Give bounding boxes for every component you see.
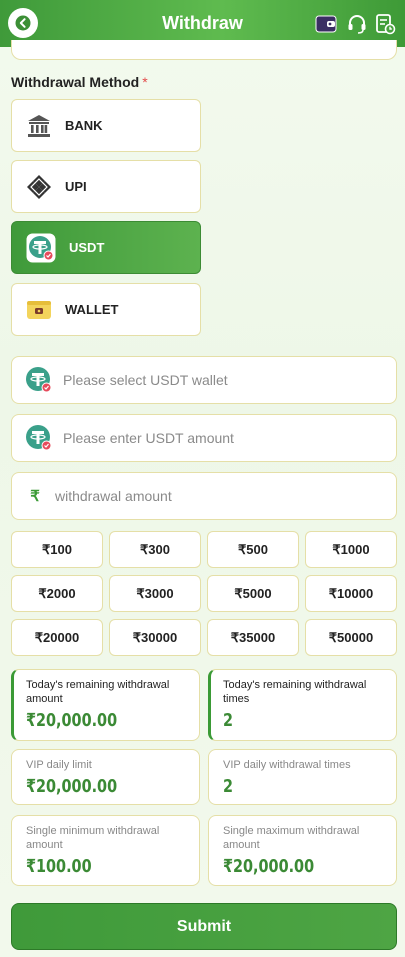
upi-icon (27, 174, 51, 199)
method-wallet-label: WALLET (65, 302, 119, 317)
vip-times-value: 2 (223, 776, 234, 797)
amount-button[interactable]: ₹500 (207, 531, 299, 568)
max-amount-card: Single maximum withdrawal amount ₹20,000… (208, 815, 397, 886)
method-usdt-label: USDT (69, 240, 105, 255)
tether-icon (26, 367, 52, 393)
wallet-icon (27, 300, 51, 319)
usdt-amount-input[interactable]: Please enter USDT amount (11, 414, 397, 462)
method-upi[interactable]: UPI (11, 160, 201, 213)
wallet-icon[interactable] (314, 12, 338, 36)
method-upi-label: UPI (65, 179, 87, 194)
amount-button[interactable]: ₹5000 (207, 575, 299, 612)
remaining-amount-card: Today's remaining withdrawal amount ₹20,… (11, 669, 200, 741)
tether-icon (26, 233, 56, 262)
usdt-amount-placeholder: Please enter USDT amount (63, 430, 234, 446)
back-icon (15, 15, 31, 31)
amount-button[interactable]: ₹50000 (305, 619, 397, 656)
vip-limit-value: ₹20,000.00 (26, 776, 118, 797)
withdrawal-amount-input[interactable]: ₹ withdrawal amount (11, 472, 397, 520)
withdrawal-amount-placeholder: withdrawal amount (55, 488, 172, 504)
remaining-amount-label: Today's remaining withdrawal amount (26, 679, 170, 705)
usdt-wallet-select[interactable]: Please select USDT wallet (11, 356, 397, 404)
min-amount-value: ₹100.00 (26, 856, 92, 877)
remaining-amount-value: ₹20,000.00 (26, 710, 118, 731)
vip-times-label: VIP daily withdrawal times (223, 759, 351, 771)
max-amount-value: ₹20,000.00 (223, 856, 315, 877)
tether-icon (26, 425, 52, 451)
remaining-times-label: Today's remaining withdrawal times (223, 679, 367, 705)
required-mark: * (142, 74, 148, 90)
amount-button[interactable]: ₹10000 (305, 575, 397, 612)
amount-button[interactable]: ₹1000 (305, 531, 397, 568)
max-amount-label: Single maximum withdrawal amount (223, 825, 360, 851)
page-title: Withdraw (162, 13, 243, 33)
amount-button[interactable]: ₹35000 (207, 619, 299, 656)
remaining-times-card: Today's remaining withdrawal times 2 (208, 669, 397, 741)
remaining-times-value: 2 (223, 710, 234, 731)
method-bank-label: BANK (65, 118, 103, 133)
min-amount-label: Single minimum withdrawal amount (26, 825, 160, 851)
bank-icon (28, 114, 50, 137)
usdt-wallet-placeholder: Please select USDT wallet (63, 372, 228, 388)
headset-icon[interactable] (345, 12, 369, 36)
method-usdt[interactable]: USDT (11, 221, 201, 274)
min-amount-card: Single minimum withdrawal amount ₹100.00 (11, 815, 200, 886)
amount-button[interactable]: ₹3000 (109, 575, 201, 612)
vip-limit-label: VIP daily limit (26, 759, 92, 771)
amount-button[interactable]: ₹100 (11, 531, 103, 568)
amount-button[interactable]: ₹30000 (109, 619, 201, 656)
previous-card-edge (11, 40, 397, 60)
amount-button[interactable]: ₹2000 (11, 575, 103, 612)
method-bank[interactable]: BANK (11, 99, 201, 152)
amount-button[interactable]: ₹20000 (11, 619, 103, 656)
method-wallet[interactable]: WALLET (11, 283, 201, 336)
withdrawal-method-label: Withdrawal Method * (11, 74, 148, 90)
amount-button[interactable]: ₹300 (109, 531, 201, 568)
vip-times-card: VIP daily withdrawal times 2 (208, 749, 397, 805)
vip-limit-card: VIP daily limit ₹20,000.00 (11, 749, 200, 805)
back-button[interactable] (8, 8, 38, 38)
submit-button[interactable]: Submit (11, 903, 397, 950)
rupee-icon: ₹ (30, 488, 40, 505)
record-icon[interactable] (373, 12, 397, 36)
